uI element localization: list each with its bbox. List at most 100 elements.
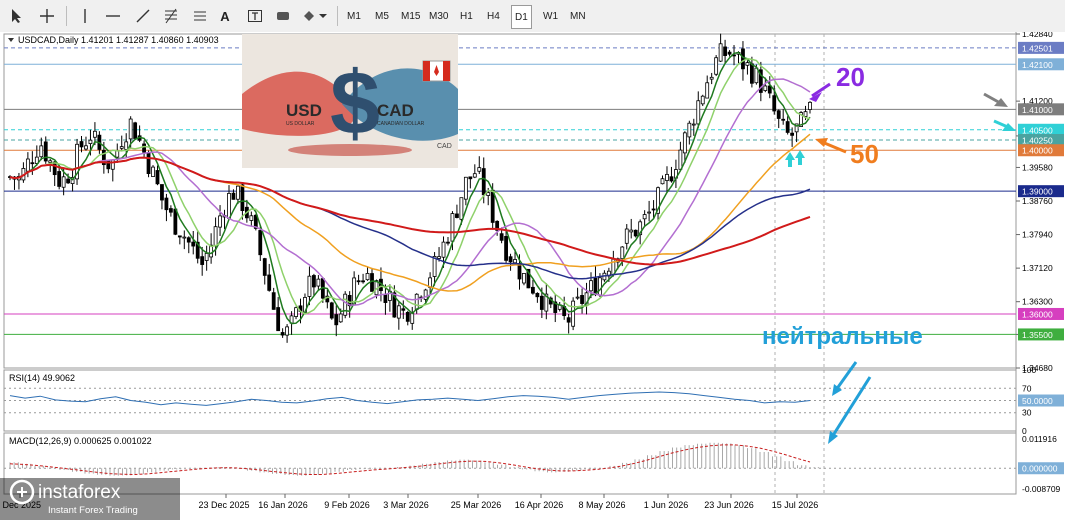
channel-icon[interactable] (189, 5, 211, 27)
candle (401, 308, 406, 311)
candle (57, 171, 62, 187)
toolbar: A M1 M5 M15 M30 H1 H4 D1 W1 MN (0, 0, 1065, 33)
candle (696, 100, 701, 125)
timeframe-h1[interactable]: H1 (457, 5, 476, 27)
price-tick-label: 1.39580 (1022, 162, 1053, 172)
candle (709, 76, 714, 80)
crosshair-icon[interactable] (36, 5, 58, 27)
horizontal-line-icon[interactable] (102, 5, 124, 27)
level-label: 1.40250 (1022, 136, 1053, 146)
timeframe-h4[interactable]: H4 (484, 5, 503, 27)
candle (714, 57, 719, 75)
text-icon[interactable]: A (214, 5, 236, 27)
time-tick-label: 3 Mar 2026 (383, 500, 429, 510)
candle (678, 149, 683, 170)
annotation-50: 50 (850, 139, 879, 169)
candle (119, 146, 124, 149)
macd-tick-zero: 0.000000 (1022, 464, 1058, 474)
logo-usd-sub: US DOLLAR (286, 121, 315, 127)
level-label: 1.42501 (1022, 43, 1053, 53)
candle (517, 263, 522, 280)
level-label: 1.35500 (1022, 330, 1053, 340)
price-tick-label: 1.36300 (1022, 297, 1053, 307)
candle (790, 132, 795, 136)
candle (660, 178, 665, 185)
candle (191, 241, 196, 247)
arrow-tool-icon[interactable] (300, 5, 330, 27)
timeframe-m5[interactable]: M5 (372, 5, 392, 27)
candle (262, 258, 267, 276)
logo-cad-sub: CANADIAN DOLLAR (377, 121, 425, 127)
candle (168, 208, 173, 213)
candle (575, 296, 580, 299)
candle (432, 256, 437, 277)
candle (508, 256, 513, 263)
macd-tick-top: 0.011916 (1022, 434, 1057, 444)
candle (142, 143, 146, 153)
candle (477, 167, 482, 172)
price-tick-label: 1.37940 (1022, 230, 1053, 240)
candle (571, 300, 576, 327)
candle (785, 121, 790, 133)
candle (405, 311, 410, 322)
candle (580, 295, 584, 304)
time-tick-label: 25 Mar 2026 (451, 500, 502, 510)
candle (285, 326, 289, 336)
time-tick-label: 8 May 2026 (578, 500, 625, 510)
rsi-tick: 100 (1022, 365, 1036, 375)
candle (30, 162, 35, 165)
candle (718, 43, 723, 62)
candle (280, 332, 285, 336)
text-label-icon[interactable] (244, 5, 266, 27)
candle (441, 241, 446, 258)
candle (258, 230, 263, 256)
candle (133, 122, 138, 139)
annotation-neutral: нейтральные (762, 323, 923, 350)
rsi-tick: 70 (1022, 383, 1032, 393)
candle (723, 46, 727, 56)
level-label: 1.40000 (1022, 146, 1053, 156)
watermark-brand: instaforex (38, 482, 121, 503)
candle (624, 228, 629, 244)
candle (39, 145, 44, 158)
timeframe-w1[interactable]: W1 (540, 5, 561, 27)
price-chart[interactable]: USDCAD,Daily 1.41201 1.41287 1.40860 1.4… (0, 32, 1065, 520)
candle (490, 189, 495, 223)
candle (115, 150, 120, 158)
candle (499, 233, 504, 241)
candle (160, 184, 164, 201)
price-tick-label: 1.38760 (1022, 196, 1053, 206)
watermark-tagline: Instant Forex Trading (48, 505, 138, 516)
candle (231, 192, 236, 200)
candle (186, 237, 191, 243)
timeframe-m1[interactable]: M1 (344, 5, 364, 27)
candle (463, 176, 468, 200)
usdcad-logo-image: $USDUS DOLLARCADCANADIAN DOLLARCAD (242, 34, 458, 168)
candle (513, 259, 517, 264)
vertical-line-icon[interactable] (74, 5, 96, 27)
timeframe-mn[interactable]: MN (567, 5, 589, 27)
fibonacci-icon[interactable] (160, 5, 182, 27)
candle (88, 139, 93, 144)
timeframe-m30[interactable]: M30 (426, 5, 451, 27)
shape-icon[interactable] (272, 5, 294, 27)
timeframe-d1[interactable]: D1 (511, 5, 532, 29)
candle (455, 213, 459, 218)
candle (566, 317, 571, 323)
candle (218, 215, 222, 228)
candle (294, 307, 298, 317)
candle (84, 145, 88, 150)
candle (620, 246, 625, 260)
candle (307, 275, 312, 297)
level-label: 1.39000 (1022, 187, 1053, 197)
candle (700, 95, 705, 105)
rsi-label: RSI(14) 49.9062 (9, 373, 75, 383)
candle (651, 208, 656, 211)
cursor-icon[interactable] (6, 5, 28, 27)
candle (446, 241, 450, 244)
timeframe-m15[interactable]: M15 (398, 5, 423, 27)
time-tick-label: 1 Jun 2026 (644, 500, 689, 510)
trendline-icon[interactable] (132, 5, 154, 27)
candle (741, 48, 745, 70)
candle (155, 170, 160, 185)
